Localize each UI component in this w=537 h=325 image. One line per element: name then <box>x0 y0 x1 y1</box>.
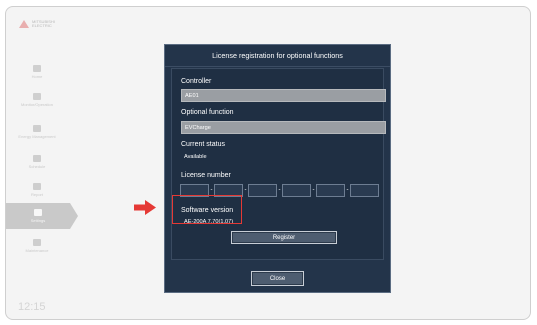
monitor-icon <box>33 93 41 100</box>
license-input-6[interactable] <box>350 183 379 197</box>
report-icon <box>33 183 41 190</box>
license-registration-dialog: License registration for optional functi… <box>164 44 391 293</box>
controller-field: AE01 <box>181 89 386 102</box>
sidebar-item-label: Report <box>30 192 43 197</box>
license-input-4[interactable] <box>282 183 311 197</box>
sidebar-item-label: Settings <box>30 218 46 223</box>
dialog-body: Controller AE01 Optional function EVChar… <box>171 68 386 260</box>
sidebar-item-label: Monitor/Operation <box>20 102 53 107</box>
close-button[interactable]: Close <box>251 271 304 286</box>
sidebar-item-label: Energy Management <box>18 134 56 139</box>
sidebar-item-maintenance[interactable]: Maintenance <box>6 233 68 259</box>
current-status-label: Current status <box>181 141 225 148</box>
app-window: MITSUBISHI ELECTRIC Home Monitor/Operati… <box>5 6 531 320</box>
wrench-icon <box>33 239 41 246</box>
energy-icon <box>33 125 41 132</box>
sidebar: Home Monitor/Operation Energy Management… <box>6 47 78 297</box>
optional-function-field: EVCharge <box>181 121 386 134</box>
sidebar-item-settings[interactable]: Settings <box>6 203 78 229</box>
brand-logo: MITSUBISHI ELECTRIC <box>19 17 55 31</box>
current-status-value: Available <box>184 154 207 160</box>
license-input-3[interactable] <box>248 183 277 197</box>
brand-mark-icon <box>19 20 29 28</box>
sidebar-item-home[interactable]: Home <box>6 59 68 85</box>
calendar-icon <box>33 155 41 162</box>
clock: 12:15 <box>18 301 46 313</box>
sidebar-item-label: Maintenance <box>25 248 49 253</box>
dialog-title: License registration for optional functi… <box>165 45 390 67</box>
sidebar-item-label: Home <box>31 74 43 79</box>
license-number-label: License number <box>181 172 231 179</box>
software-version-highlight <box>172 195 242 224</box>
sidebar-item-report[interactable]: Report <box>6 177 68 203</box>
sidebar-item-monitor[interactable]: Monitor/Operation <box>6 87 68 113</box>
optional-function-label: Optional function <box>181 109 234 116</box>
sidebar-item-schedule[interactable]: Schedule <box>6 149 68 175</box>
sidebar-item-energy[interactable]: Energy Management <box>6 119 68 145</box>
register-button[interactable]: Register <box>231 231 337 244</box>
brand-logo-text: MITSUBISHI ELECTRIC <box>32 19 55 28</box>
sidebar-item-label: Schedule <box>28 164 46 169</box>
controller-label: Controller <box>181 78 212 85</box>
license-input-5[interactable] <box>316 183 345 197</box>
arrow-right-icon <box>134 200 156 215</box>
home-icon <box>33 65 41 72</box>
gear-icon <box>34 209 42 216</box>
